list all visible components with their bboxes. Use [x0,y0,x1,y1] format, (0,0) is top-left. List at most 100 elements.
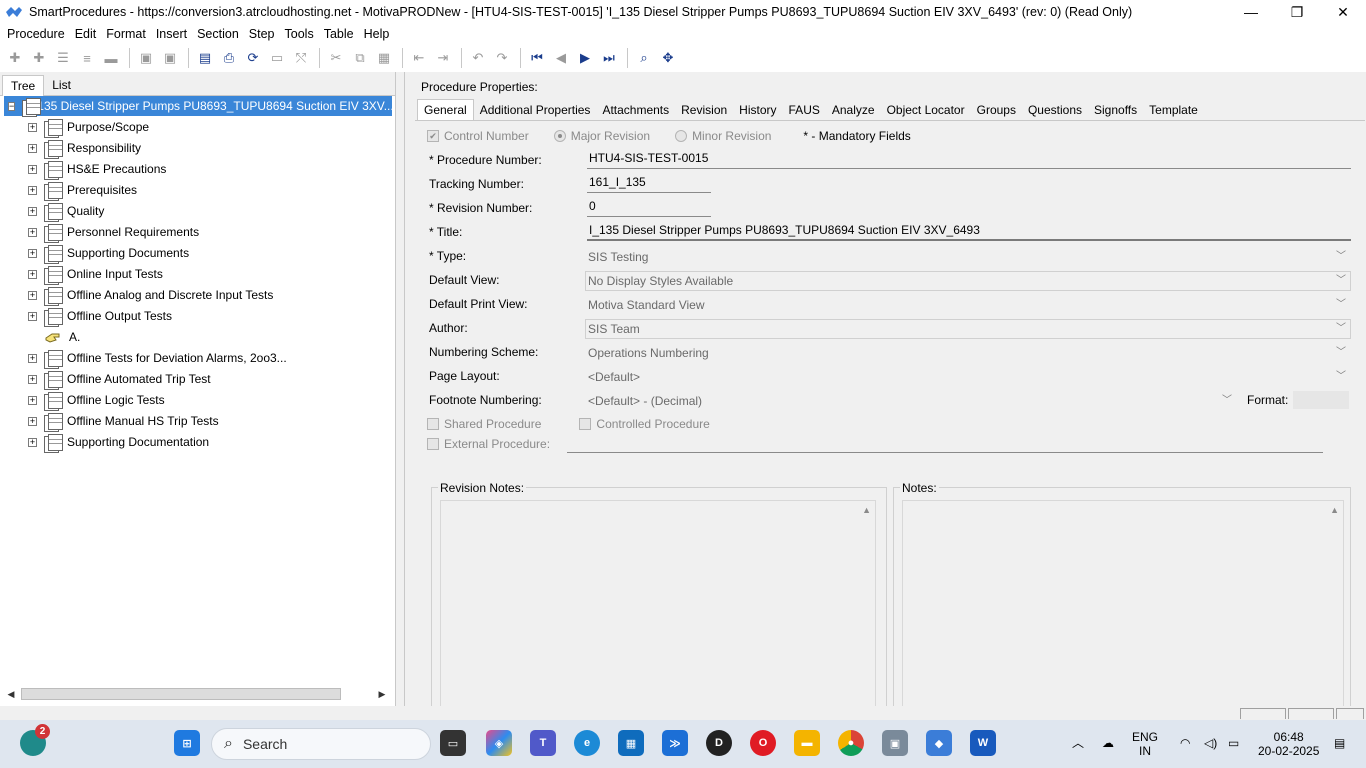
expand-icon[interactable]: + [28,353,37,363]
tree-item[interactable]: + Prerequisites [28,180,137,201]
save-all-icon[interactable]: ▣ [159,47,181,69]
refresh-icon[interactable]: ⟳ [242,47,264,69]
tree-item[interactable]: + Offline Analog and Discrete Input Tests [28,285,273,306]
add-step-icon[interactable]: ☰ [52,47,74,69]
chevron-down-icon[interactable]: ﹀ [1336,368,1346,386]
default-print-view-dropdown[interactable]: Motiva Standard View ﹀ [585,295,1351,315]
procedure-number-field[interactable]: HTU4-SIS-TEST-0015 [587,149,1351,169]
expand-icon[interactable]: + [28,290,37,300]
tracking-number-field[interactable]: 161_I_135 [587,173,711,193]
print-icon[interactable]: ⎙ [218,47,240,69]
tree-item[interactable]: + Supporting Documents [28,243,189,264]
volume-icon[interactable]: ◁) [1204,736,1217,750]
expand-icon[interactable]: + [28,185,37,195]
redo-icon[interactable]: ↷ [491,47,513,69]
remote-app-icon[interactable]: ▣ [882,730,908,756]
tab-list[interactable]: List [44,75,79,95]
scroll-up-icon[interactable]: ▲ [1330,505,1339,515]
author-dropdown[interactable]: SIS Team ﹀ [585,319,1351,339]
expand-icon[interactable]: + [28,206,37,216]
copilot-icon[interactable]: ◈ [486,730,512,756]
scroll-up-icon[interactable]: ▲ [862,505,871,515]
clock[interactable]: 06:48 20-02-2025 [1258,730,1319,758]
revision-notes-textarea[interactable]: ▲ [440,500,876,710]
delete-icon[interactable]: ▬ [100,47,122,69]
external-procedure-checkbox[interactable] [427,438,439,450]
format-field[interactable] [1293,391,1349,409]
tab-questions[interactable]: Questions [1022,100,1088,120]
tab-tree[interactable]: Tree [2,75,45,96]
taskbar-search[interactable]: ⌕ Search [211,728,431,760]
tree-item[interactable]: + Responsibility [28,138,141,159]
file-explorer-icon[interactable]: ▬ [794,730,820,756]
revision-number-field[interactable]: 0 [587,197,711,217]
dell-icon[interactable]: D [706,730,732,756]
menu-table[interactable]: Table [319,27,359,41]
close-button[interactable]: ✕ [1320,0,1366,24]
minor-revision-radio[interactable] [675,130,688,142]
control-number-checkbox[interactable]: ✔ [427,130,439,142]
menu-format[interactable]: Format [101,27,151,41]
expand-icon[interactable]: + [28,311,37,321]
first-icon[interactable]: ⏮ [526,47,548,69]
tree-item[interactable]: + Online Input Tests [28,264,163,285]
expand-icon[interactable]: + [28,248,37,258]
tab-faus[interactable]: FAUS [783,100,826,120]
chevron-down-icon[interactable]: ﹀ [1336,296,1346,314]
tree-item[interactable]: + Offline Tests for Deviation Alarms, 2oo… [28,348,287,369]
add-subsection-icon[interactable]: ✚ [28,47,50,69]
expand-icon[interactable]: + [28,416,37,426]
task-view-icon[interactable]: ▭ [440,730,466,756]
language-indicator[interactable]: ENG IN [1132,730,1158,758]
footnote-numbering-dropdown[interactable]: <Default> - (Decimal) ﹀ [585,391,1237,411]
major-revision-radio[interactable] [553,130,566,142]
outdent-icon[interactable]: ⇤ [408,47,430,69]
network-cloud-icon[interactable]: ☁ [1102,736,1114,750]
next-icon[interactable]: ▶ [574,47,596,69]
save-icon[interactable]: ▣ [135,47,157,69]
wifi-icon[interactable]: ◠ [1180,736,1190,750]
tree-item[interactable]: + Offline Output Tests [28,306,172,327]
default-view-dropdown[interactable]: No Display Styles Available ﹀ [585,271,1351,291]
find-icon[interactable]: ⌕ [633,47,655,69]
expand-icon[interactable]: + [28,437,37,447]
tree-item[interactable]: + Quality [28,201,104,222]
indent-icon[interactable]: ⇥ [432,47,454,69]
collapse-icon[interactable]: − [8,101,16,111]
minimize-button[interactable]: — [1228,0,1274,24]
word-icon[interactable]: W [970,730,996,756]
copy-icon[interactable]: ⧉ [349,47,371,69]
add-note-icon[interactable]: ≡ [76,47,98,69]
expand-icon[interactable]: + [28,122,37,132]
import-icon[interactable]: ⤲ [290,47,312,69]
cut-icon[interactable]: ✂ [325,47,347,69]
external-procedure-field[interactable] [567,435,1323,453]
title-field[interactable]: I_135 Diesel Stripper Pumps PU8693_TUPU8… [587,221,1351,241]
previous-icon[interactable]: ◀ [550,47,572,69]
expand-icon[interactable]: + [28,374,37,384]
menu-help[interactable]: Help [359,27,395,41]
tree-root[interactable]: − I_135 Diesel Stripper Pumps PU8693_TUP… [4,96,394,117]
page-layout-dropdown[interactable]: <Default> ﹀ [585,367,1351,387]
export-icon[interactable]: ▭ [266,47,288,69]
scroll-left-icon[interactable]: ◀ [4,689,18,700]
tab-analyze[interactable]: Analyze [826,100,881,120]
add-section-icon[interactable]: ✚ [4,47,26,69]
move-icon[interactable]: ✥ [657,47,679,69]
chevron-down-icon[interactable]: ﹀ [1336,272,1346,290]
tab-general[interactable]: General [417,99,474,120]
expand-icon[interactable]: + [28,395,37,405]
expand-icon[interactable]: + [28,164,37,174]
chevron-down-icon[interactable]: ﹀ [1336,344,1346,362]
weather-widget-icon[interactable]: 2 [20,724,50,756]
expand-icon[interactable]: + [28,143,37,153]
tab-template[interactable]: Template [1143,100,1204,120]
scroll-right-icon[interactable]: ▶ [375,689,389,700]
last-icon[interactable]: ⏭ [598,47,620,69]
tree-item[interactable]: + Personnel Requirements [28,222,199,243]
menu-section[interactable]: Section [192,27,244,41]
tree-item-step[interactable]: A. [44,327,80,347]
menu-procedure[interactable]: Procedure [2,27,70,41]
scroll-thumb[interactable] [21,688,341,700]
battery-icon[interactable]: ▭ [1228,736,1239,750]
